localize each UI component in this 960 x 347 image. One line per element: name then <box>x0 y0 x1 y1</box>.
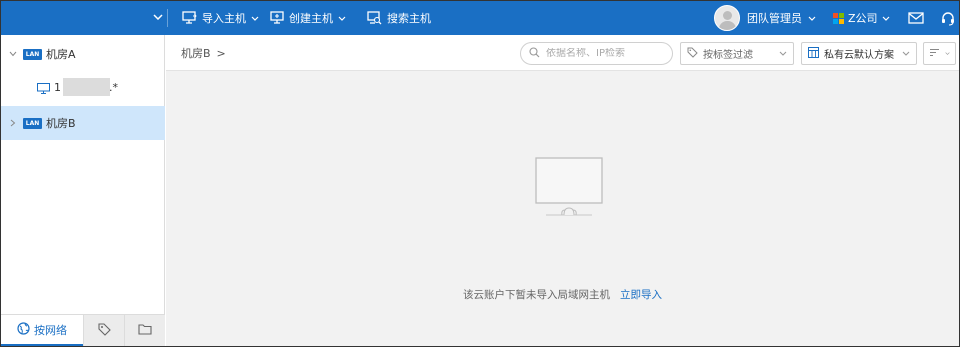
content-toolbar: 机房B > 按标签过滤 私有云默认方案 <box>166 35 959 71</box>
search-input[interactable] <box>546 48 666 59</box>
tab-label: 按网络 <box>34 323 67 337</box>
tree-item-label: 机房A <box>46 48 76 61</box>
breadcrumb-item[interactable]: 机房B <box>181 45 211 61</box>
main-panel: 机房B > 按标签过滤 私有云默认方案 <box>166 35 959 346</box>
empty-monitor-icon <box>534 157 604 224</box>
user-menu[interactable]: 团队管理员 <box>747 1 816 35</box>
redaction-mask <box>63 78 110 96</box>
tree-item-room-b[interactable]: LAN 机房B <box>1 106 165 140</box>
host-ip-suffix: .* <box>109 81 118 94</box>
chevron-down-icon[interactable] <box>151 10 165 24</box>
company-label: Z公司 <box>848 12 878 25</box>
search-host-label: 搜索主机 <box>387 12 431 25</box>
host-item[interactable]: 1 .* <box>1 71 165 105</box>
lan-badge: LAN <box>23 117 42 129</box>
chevron-down-icon[interactable] <box>9 50 17 58</box>
mail-icon[interactable] <box>907 9 925 27</box>
tab-by-folder[interactable] <box>124 315 165 346</box>
company-logo-icon <box>833 12 844 24</box>
import-host-label: 导入主机 <box>202 12 246 25</box>
host-ip-prefix: 1 <box>54 81 61 94</box>
tab-by-tag[interactable] <box>83 315 124 346</box>
tag-icon <box>687 47 698 61</box>
lan-badge: LAN <box>23 48 42 60</box>
chevron-right-icon[interactable] <box>9 119 17 127</box>
company-selector[interactable]: Z公司 <box>833 1 890 35</box>
headset-icon[interactable] <box>939 9 957 27</box>
chevron-down-icon <box>779 51 787 56</box>
scheme-select-value: 私有云默认方案 <box>824 50 894 61</box>
search-field[interactable] <box>520 42 673 65</box>
tag-filter-placeholder: 按标签过滤 <box>703 50 753 61</box>
tag-filter-select[interactable]: 按标签过滤 <box>680 42 794 65</box>
create-host-icon <box>270 11 284 25</box>
globe-icon <box>17 321 30 338</box>
user-role-label: 团队管理员 <box>747 12 802 25</box>
top-bar: 导入主机 创建主机 搜索主机 团队管理员 Z公司 <box>1 1 959 35</box>
search-icon <box>529 46 540 61</box>
app-frame: 导入主机 创建主机 搜索主机 团队管理员 Z公司 LAN 机房A 1 .* LA… <box>0 0 960 347</box>
scheme-select[interactable]: 私有云默认方案 <box>801 42 917 65</box>
breadcrumb: 机房B > <box>181 45 226 61</box>
breadcrumb-separator: > <box>216 46 226 60</box>
import-host-icon <box>182 11 197 25</box>
tree-item-label: 机房B <box>46 117 76 130</box>
search-host-icon <box>367 11 382 25</box>
sort-button[interactable] <box>923 42 956 65</box>
search-host-button[interactable]: 搜索主机 <box>367 1 431 35</box>
tab-by-network[interactable]: 按网络 <box>1 315 83 346</box>
folder-icon <box>138 323 152 338</box>
tree-item-room-a[interactable]: LAN 机房A <box>1 37 165 71</box>
chevron-down-icon <box>902 51 910 56</box>
calendar-table-icon <box>808 46 819 61</box>
chevron-down-icon <box>251 16 259 21</box>
tag-icon <box>97 322 111 339</box>
import-host-button[interactable]: 导入主机 <box>182 1 259 35</box>
sidebar-tabs: 按网络 <box>1 314 165 346</box>
empty-message-text: 该云账户下暂未导入局域网主机 <box>463 289 610 301</box>
empty-message: 该云账户下暂未导入局域网主机 立即导入 <box>166 287 959 302</box>
import-now-link[interactable]: 立即导入 <box>620 289 662 301</box>
avatar[interactable] <box>714 5 740 31</box>
chevron-down-icon <box>338 16 346 21</box>
chevron-down-icon <box>882 16 889 21</box>
sidebar: LAN 机房A 1 .* LAN 机房B 按网络 <box>1 35 165 346</box>
monitor-icon <box>37 83 50 97</box>
divider <box>167 9 168 27</box>
chevron-down-icon <box>808 16 816 21</box>
create-host-button[interactable]: 创建主机 <box>270 1 346 35</box>
create-host-label: 创建主机 <box>289 12 333 25</box>
chevron-down-icon <box>945 52 950 55</box>
sort-icon <box>929 48 940 60</box>
empty-state: 该云账户下暂未导入局域网主机 立即导入 <box>166 71 959 346</box>
